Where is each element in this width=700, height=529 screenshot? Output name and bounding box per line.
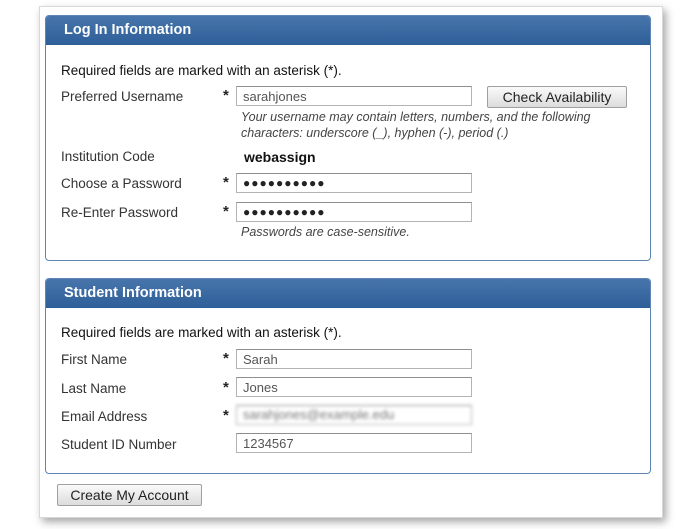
- first-name-required-mark: *: [223, 350, 229, 367]
- reenter-password-required-mark: *: [223, 203, 229, 220]
- reenter-password-label: Re-Enter Password: [61, 205, 179, 220]
- first-name-input[interactable]: [236, 349, 472, 369]
- reenter-password-input[interactable]: ●●●●●●●●●●: [236, 202, 472, 222]
- institution-code-label: Institution Code: [61, 149, 155, 164]
- password-required-mark: *: [223, 174, 229, 191]
- institution-code-value: webassign: [244, 149, 316, 165]
- login-info-panel: Log In Information Required fields are m…: [45, 15, 651, 261]
- student-id-input[interactable]: [236, 433, 472, 453]
- username-hint-line1: Your username may contain letters, numbe…: [241, 110, 591, 124]
- username-label: Preferred Username: [61, 89, 184, 104]
- login-info-header: Log In Information: [46, 16, 650, 45]
- student-info-panel: Student Information Required fields are …: [45, 278, 651, 474]
- last-name-label: Last Name: [61, 381, 127, 396]
- password-hint: Passwords are case-sensitive.: [241, 225, 410, 239]
- password-label: Choose a Password: [61, 176, 182, 191]
- student-id-label: Student ID Number: [61, 437, 177, 452]
- username-hint-line2: characters: underscore (_), hyphen (-), …: [241, 126, 509, 140]
- email-label: Email Address: [61, 409, 148, 424]
- password-input[interactable]: ●●●●●●●●●●: [236, 173, 472, 193]
- username-input[interactable]: [236, 86, 472, 106]
- required-note: Required fields are marked with an aster…: [61, 325, 342, 340]
- email-required-mark: *: [223, 407, 229, 424]
- last-name-input[interactable]: [236, 377, 472, 397]
- username-hint: Your username may contain letters, numbe…: [241, 109, 591, 141]
- last-name-required-mark: *: [223, 379, 229, 396]
- registration-form: Log In Information Required fields are m…: [39, 6, 663, 518]
- username-required-mark: *: [223, 87, 229, 104]
- student-info-header: Student Information: [46, 279, 650, 308]
- required-note: Required fields are marked with an aster…: [61, 63, 342, 78]
- first-name-label: First Name: [61, 352, 128, 367]
- check-availability-button[interactable]: Check Availability: [487, 86, 627, 108]
- create-account-button[interactable]: Create My Account: [57, 484, 202, 506]
- email-input[interactable]: sarahjones@example.edu: [236, 405, 472, 425]
